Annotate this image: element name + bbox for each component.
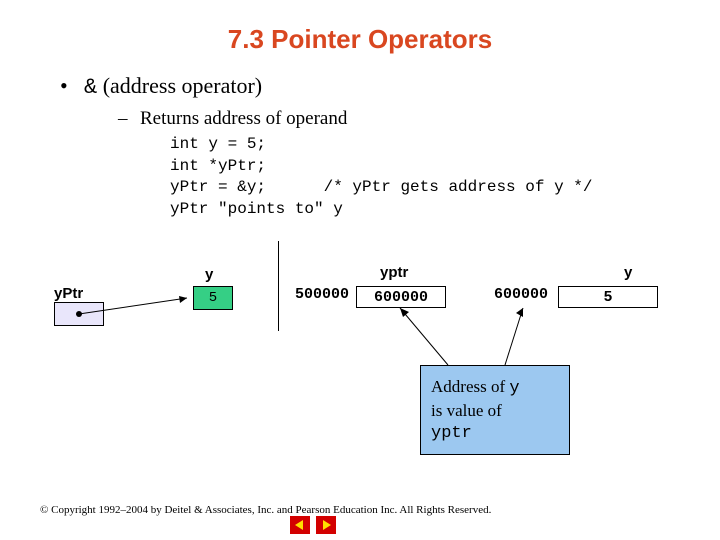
mem-address-2: 600000 bbox=[494, 286, 548, 303]
nav-buttons bbox=[290, 516, 336, 534]
bullet-level-2: Returns address of operand bbox=[60, 108, 680, 130]
slide-title: 7.3 Pointer Operators bbox=[0, 0, 720, 55]
mem-address-1: 500000 bbox=[295, 286, 349, 303]
arrow-left-icon bbox=[295, 520, 305, 530]
mem-box-y: 5 bbox=[558, 286, 658, 308]
pointer-diagram: yPtr y 5 yptr y 500000 600000 600000 5 A… bbox=[0, 250, 720, 450]
mem-val-1: 600000 bbox=[374, 289, 428, 306]
bullet1-text: (address operator) bbox=[97, 73, 262, 98]
amp-operator: & bbox=[84, 75, 97, 100]
callout-text-1a: Address of bbox=[431, 377, 509, 396]
mem-val-2: 5 bbox=[603, 289, 612, 306]
slide-content: & (address operator) Returns address of … bbox=[0, 55, 720, 220]
vertical-divider bbox=[278, 241, 279, 331]
arrow-right-icon bbox=[321, 520, 331, 530]
callout-box: Address of y is value of yptr bbox=[420, 365, 570, 455]
copyright-footer: © Copyright 1992–2004 by Deitel & Associ… bbox=[40, 504, 491, 516]
arrow-callout-1 bbox=[400, 308, 460, 368]
label-y-left: y bbox=[205, 266, 213, 283]
arrow-callout-2 bbox=[505, 308, 535, 368]
prev-button[interactable] bbox=[290, 516, 310, 534]
next-button[interactable] bbox=[316, 516, 336, 534]
arrow-yptr-to-y bbox=[79, 298, 199, 318]
label-yptr-mid: yptr bbox=[380, 264, 408, 281]
callout-text-2: is value of bbox=[431, 401, 502, 420]
label-y-right: y bbox=[624, 264, 632, 281]
callout-code-yptr: yptr bbox=[431, 424, 472, 443]
code-block: int y = 5; int *yPtr; yPtr = &y; /* yPtr… bbox=[60, 134, 680, 220]
y-value: 5 bbox=[209, 290, 217, 306]
callout-code-y: y bbox=[509, 379, 519, 398]
mem-box-yptr: 600000 bbox=[356, 286, 446, 308]
bullet-level-1: & (address operator) bbox=[60, 73, 680, 100]
box-y-value: 5 bbox=[193, 286, 233, 310]
